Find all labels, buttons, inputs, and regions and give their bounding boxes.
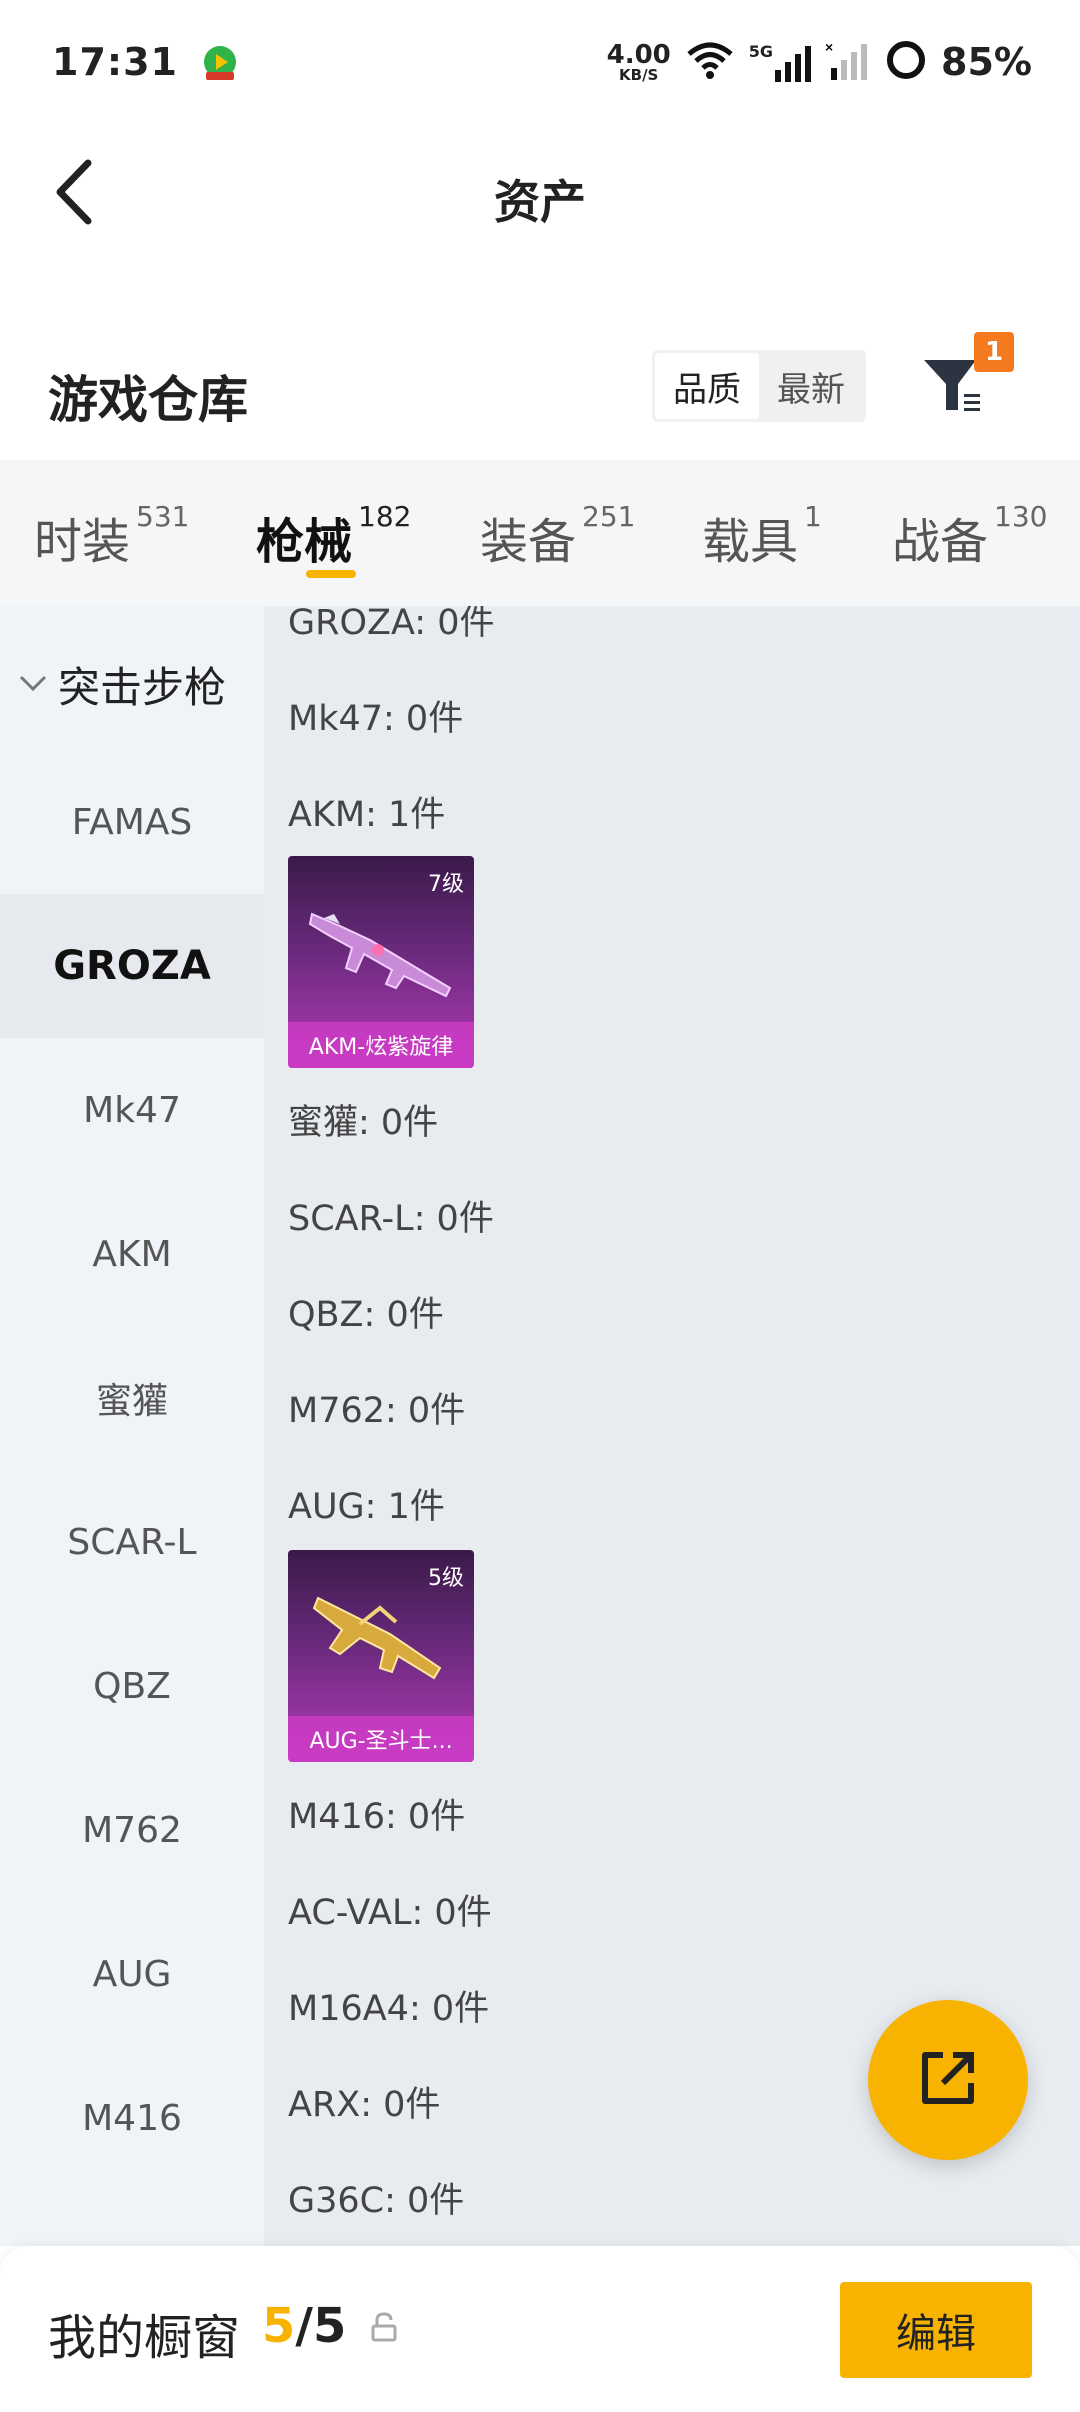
network-type-label: 5G bbox=[748, 42, 774, 61]
weapon-type-sidebar: 突击步枪 FAMAS GROZA Mk47 AKM 蜜獾 SCAR-L QBZ … bbox=[0, 606, 264, 2246]
edit-button[interactable]: 编辑 bbox=[840, 2282, 1032, 2378]
skin-name: AKM-炫紫旋律 bbox=[288, 1022, 474, 1068]
net-speed-unit: KB/S bbox=[619, 65, 659, 84]
sidebar-group-assault-rifle[interactable]: 突击步枪 bbox=[18, 654, 226, 715]
net-speed: 4.00 KB/S bbox=[607, 42, 671, 83]
weapon-count-akm: AKM: 1件 bbox=[288, 795, 446, 835]
skin-card-aug[interactable]: 5级 AUG-圣斗士... bbox=[288, 1550, 474, 1762]
tab-fashion[interactable]: 时装 531 bbox=[34, 500, 190, 572]
category-tabs: 时装 531 枪械 182 装备 251 载具 1 战备 130 bbox=[0, 460, 1080, 606]
warehouse-title: 游戏仓库 bbox=[48, 371, 248, 429]
sort-toggle: 品质 最新 bbox=[652, 350, 866, 422]
weapon-count-aug: AUG: 1件 bbox=[288, 1487, 445, 1527]
share-fab[interactable] bbox=[868, 2000, 1028, 2160]
signal-weak-icon: × bbox=[825, 39, 871, 84]
status-time: 17:31 bbox=[52, 40, 178, 84]
tab-vehicles[interactable]: 载具 1 bbox=[702, 500, 822, 572]
filter-count-badge: 1 bbox=[974, 332, 1014, 372]
page-title: 资产 bbox=[494, 175, 586, 229]
sidebar-item-m416[interactable]: M416 bbox=[0, 2046, 264, 2190]
tab-equipment[interactable]: 装备 251 bbox=[480, 500, 636, 572]
tab-label: 战备 bbox=[892, 514, 989, 570]
sort-by-quality[interactable]: 品质 bbox=[655, 353, 759, 419]
tab-label: 枪械 bbox=[256, 514, 353, 570]
sidebar-item-aug[interactable]: AUG bbox=[0, 1902, 264, 2046]
tab-weapons[interactable]: 枪械 182 bbox=[256, 500, 412, 572]
tab-label: 时装 bbox=[34, 514, 131, 570]
battery-icon bbox=[885, 39, 927, 85]
app-notification-icon bbox=[200, 42, 240, 82]
tab-count: 130 bbox=[994, 500, 1048, 533]
external-link-icon bbox=[913, 2043, 983, 2117]
sidebar-item-m762[interactable]: M762 bbox=[0, 1758, 264, 1902]
battery-percent: 85% bbox=[941, 40, 1032, 84]
tab-count: 182 bbox=[358, 500, 412, 533]
weapon-count-arx: ARX: 0件 bbox=[288, 2085, 441, 2125]
filter-icon bbox=[918, 360, 1018, 434]
lock-icon bbox=[368, 2310, 400, 2344]
skin-card-akm[interactable]: 7级 AKM-炫紫旋律 bbox=[288, 856, 474, 1068]
net-speed-value: 4.00 bbox=[606, 39, 671, 70]
tab-gear[interactable]: 战备 130 bbox=[892, 500, 1048, 572]
svg-text:×: × bbox=[825, 40, 833, 55]
sidebar-item-groza[interactable]: GROZA bbox=[0, 894, 264, 1038]
weapon-count-m416: M416: 0件 bbox=[288, 1797, 466, 1837]
showcase-count-current: 5 bbox=[262, 2298, 296, 2354]
showcase-count-total: 5 bbox=[312, 2298, 347, 2354]
tab-label: 载具 bbox=[702, 514, 799, 570]
wifi-icon bbox=[685, 40, 735, 84]
chevron-down-icon bbox=[18, 673, 48, 697]
weapon-count-honey-badger: 蜜獾: 0件 bbox=[288, 1103, 439, 1143]
tab-count: 251 bbox=[582, 500, 636, 533]
sidebar-item-honey-badger[interactable]: 蜜獾 bbox=[0, 1326, 264, 1470]
status-bar: 17:31 4.00 KB/S 5G × 85% bbox=[0, 0, 1080, 124]
status-right: 4.00 KB/S 5G × 85% bbox=[607, 39, 1032, 85]
signal-5g-icon: 5G bbox=[748, 42, 812, 82]
showcase-count-separator: / bbox=[295, 2298, 313, 2354]
skin-name: AUG-圣斗士... bbox=[288, 1716, 474, 1762]
weapon-count-g36c: G36C: 0件 bbox=[288, 2181, 465, 2221]
active-tab-indicator bbox=[306, 570, 356, 578]
weapon-count-ac-val: AC-VAL: 0件 bbox=[288, 1893, 492, 1933]
tab-count: 1 bbox=[804, 500, 822, 533]
weapon-count-m762: M762: 0件 bbox=[288, 1391, 466, 1431]
showcase-title: 我的橱窗 bbox=[48, 2310, 241, 2366]
weapon-count-m16a4: M16A4: 0件 bbox=[288, 1989, 490, 2029]
sidebar-item-famas[interactable]: FAMAS bbox=[0, 750, 264, 894]
tab-count: 531 bbox=[136, 500, 190, 533]
weapon-count-scar-l: SCAR-L: 0件 bbox=[288, 1199, 494, 1239]
weapon-count-groza: GROZA: 0件 bbox=[288, 606, 495, 643]
app-header: 资产 bbox=[0, 124, 1080, 264]
sidebar-group-label: 突击步枪 bbox=[58, 663, 227, 712]
sort-by-newest[interactable]: 最新 bbox=[759, 353, 863, 419]
sidebar-item-akm[interactable]: AKM bbox=[0, 1182, 264, 1326]
showcase-bar: 我的橱窗 5/5 编辑 bbox=[0, 2246, 1080, 2412]
sidebar-item-scar-l[interactable]: SCAR-L bbox=[0, 1470, 264, 1614]
weapon-count-mk47: Mk47: 0件 bbox=[288, 699, 464, 739]
tab-label: 装备 bbox=[480, 514, 577, 570]
weapon-count-qbz: QBZ: 0件 bbox=[288, 1295, 444, 1335]
sidebar-item-mk47[interactable]: Mk47 bbox=[0, 1038, 264, 1182]
showcase-count: 5/5 bbox=[262, 2298, 346, 2354]
sidebar-item-qbz[interactable]: QBZ bbox=[0, 1614, 264, 1758]
